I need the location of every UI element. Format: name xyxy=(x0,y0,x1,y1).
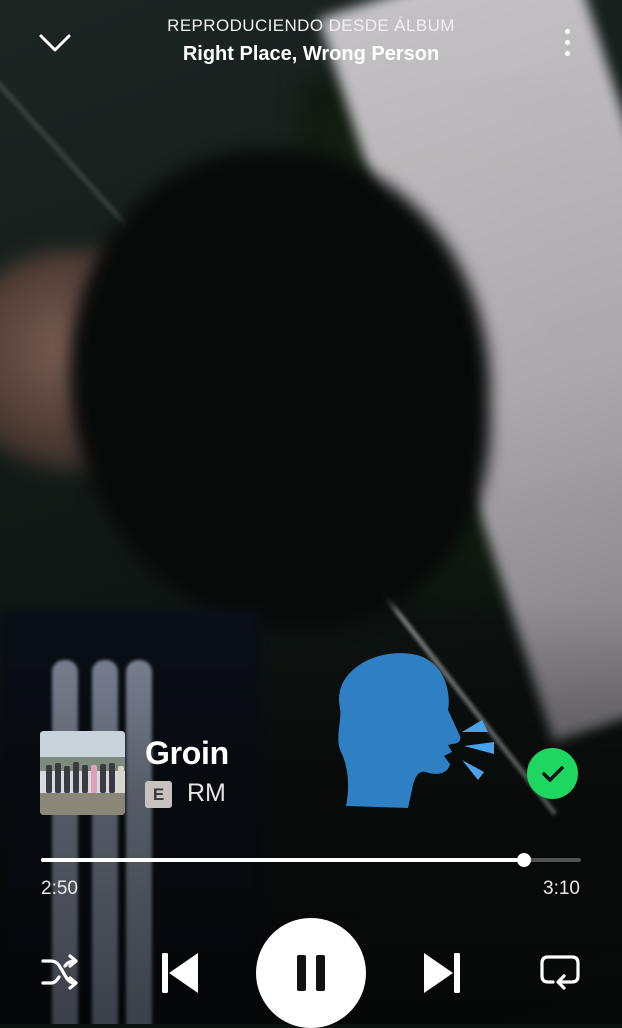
playback-progress-slider[interactable] xyxy=(41,853,581,867)
repeat-icon xyxy=(540,955,580,990)
total-time: 3:10 xyxy=(543,878,580,899)
pause-icon xyxy=(297,955,325,991)
chevron-down-icon xyxy=(39,34,71,52)
track-info: Groin E RM xyxy=(40,731,582,815)
artist-name[interactable]: RM xyxy=(187,779,226,808)
background-video-frame xyxy=(0,0,622,1024)
more-options-button[interactable] xyxy=(552,22,582,62)
shuffle-button[interactable] xyxy=(36,950,86,994)
progress-fill xyxy=(41,858,525,862)
playback-controls xyxy=(0,918,622,1028)
elapsed-time: 2:50 xyxy=(41,878,78,899)
collapse-button[interactable] xyxy=(34,26,76,60)
next-track-button[interactable] xyxy=(414,948,470,998)
album-cover[interactable] xyxy=(40,731,125,815)
more-vertical-icon xyxy=(564,28,570,34)
skip-previous-icon xyxy=(162,953,198,993)
check-circle-icon xyxy=(541,765,564,782)
shuffle-icon xyxy=(41,954,78,990)
repeat-button[interactable] xyxy=(534,950,586,994)
previous-track-button[interactable] xyxy=(152,948,208,998)
album-title[interactable]: Right Place, Wrong Person xyxy=(110,43,512,66)
skip-next-icon xyxy=(424,953,460,993)
progress-thumb[interactable] xyxy=(517,853,532,867)
explicit-badge: E xyxy=(145,781,172,808)
playing-from-label: REPRODUCIENDO DESDE ÁLBUM xyxy=(167,16,455,35)
song-title[interactable]: Groin xyxy=(145,735,229,772)
now-playing-header: REPRODUCIENDO DESDE ÁLBUM Right Place, W… xyxy=(0,0,622,90)
pause-button[interactable] xyxy=(256,918,366,1028)
saved-to-library-button[interactable] xyxy=(527,748,578,799)
